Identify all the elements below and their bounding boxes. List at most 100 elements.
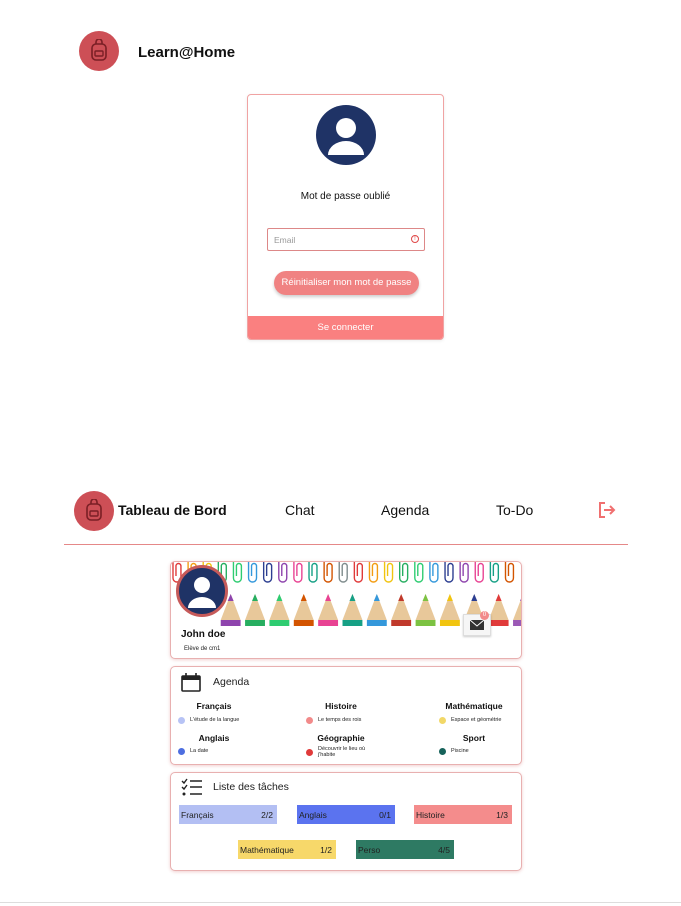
paperclip-decoration bbox=[353, 562, 364, 583]
task-histoire[interactable]: Histoire 1/3 bbox=[414, 805, 512, 824]
user-avatar-icon bbox=[316, 105, 376, 165]
task-count: 4/5 bbox=[438, 844, 450, 855]
brand-name: Learn@Home bbox=[138, 44, 236, 61]
color-dot bbox=[306, 717, 313, 724]
paperclip-decoration bbox=[293, 562, 303, 583]
pencil-body-decoration bbox=[439, 620, 460, 626]
paperclip-decoration bbox=[383, 562, 394, 583]
task-label: Mathématique bbox=[240, 844, 294, 855]
paperclip-decoration bbox=[338, 562, 348, 583]
agenda-item-text: Piscine bbox=[451, 748, 469, 754]
task-label: Perso bbox=[358, 844, 381, 855]
pencil-body-decoration bbox=[366, 620, 387, 626]
pencil-body-decoration bbox=[269, 620, 290, 626]
pencil-body-decoration bbox=[488, 620, 509, 626]
pencil-body-decoration bbox=[245, 620, 265, 626]
profile-role: Elève de cm1 bbox=[184, 646, 221, 652]
pencil-tip-decoration bbox=[227, 594, 234, 601]
agenda-subject: Anglais bbox=[198, 733, 230, 743]
paperclip-decoration bbox=[444, 562, 454, 583]
agenda-subject: Sport bbox=[462, 733, 486, 743]
task-count: 2/2 bbox=[261, 809, 273, 820]
agenda-item: Espace et géométrie bbox=[439, 717, 501, 724]
pencil-tip-decoration bbox=[446, 594, 453, 601]
checklist-icon bbox=[181, 778, 202, 796]
task-label: Histoire bbox=[416, 809, 445, 820]
agenda-subject: Mathématique bbox=[445, 701, 503, 711]
paperclip-decoration bbox=[474, 562, 484, 583]
envelope-icon bbox=[470, 620, 484, 630]
dashboard-logo[interactable] bbox=[74, 491, 114, 531]
agenda-subject: Français bbox=[196, 701, 232, 711]
task-count: 1/2 bbox=[320, 844, 332, 855]
pencil-decoration bbox=[513, 599, 521, 620]
profile-name: John doe bbox=[181, 629, 226, 640]
paperclip-decoration bbox=[489, 562, 500, 583]
backpack-icon bbox=[86, 499, 102, 521]
task-anglais[interactable]: Anglais 0/1 bbox=[297, 805, 395, 824]
agenda-item-text: Découvrir le lieu où j'habite bbox=[318, 746, 366, 758]
color-dot bbox=[178, 748, 185, 755]
pencil-body-decoration bbox=[513, 620, 521, 626]
task-mathematique[interactable]: Mathématique 1/2 bbox=[238, 840, 336, 859]
tasks-card[interactable]: Liste des tâches Français 2/2 Anglais 0/… bbox=[170, 772, 522, 871]
agenda-title: Agenda bbox=[213, 676, 250, 688]
task-count: 0/1 bbox=[379, 809, 391, 820]
agenda-card[interactable]: Agenda Français L'étude de la langue His… bbox=[170, 666, 522, 765]
error-icon: ! bbox=[411, 235, 419, 243]
paperclip-decoration bbox=[262, 562, 273, 583]
agenda-subject: Géographie bbox=[317, 733, 365, 743]
paperclip-decoration bbox=[368, 562, 379, 583]
task-label: Français bbox=[181, 809, 214, 820]
pencil-tip-decoration bbox=[520, 598, 521, 601]
agenda-item: Le temps des rois bbox=[306, 717, 361, 724]
pencil-tip-decoration bbox=[398, 594, 405, 601]
nav-divider bbox=[64, 544, 628, 545]
profile-avatar bbox=[176, 565, 228, 617]
paperclip-decoration bbox=[459, 562, 469, 583]
pencil-body-decoration bbox=[293, 620, 314, 626]
agenda-item-text: L'étude de la langue bbox=[190, 717, 240, 723]
forgot-password-card: Mot de passe oublié Email ! Réinitialise… bbox=[247, 94, 444, 340]
logout-icon[interactable] bbox=[597, 500, 617, 520]
reset-password-button[interactable]: Réinitialiser mon mot de passe bbox=[274, 271, 419, 295]
nav-todo[interactable]: To-Do bbox=[496, 502, 533, 518]
user-avatar-icon bbox=[188, 577, 216, 608]
agenda-subject: Histoire bbox=[325, 701, 357, 711]
pencil-tip-decoration bbox=[252, 594, 259, 601]
login-link[interactable]: Se connecter bbox=[248, 316, 443, 339]
paperclip-decoration bbox=[247, 562, 258, 583]
task-perso[interactable]: Perso 4/5 bbox=[356, 840, 454, 859]
pencil-body-decoration bbox=[391, 620, 412, 626]
paperclip-decoration bbox=[323, 562, 333, 583]
card-title: Mot de passe oublié bbox=[300, 191, 391, 202]
backpack-icon bbox=[91, 39, 107, 61]
pencil-body-decoration bbox=[318, 620, 339, 626]
mail-badge: 0 bbox=[480, 611, 489, 620]
tasks-title: Liste des tâches bbox=[213, 781, 289, 793]
pencil-tip-decoration bbox=[373, 594, 380, 601]
paperclip-decoration bbox=[308, 562, 318, 583]
pencil-body-decoration bbox=[415, 620, 436, 626]
pencil-body-decoration bbox=[342, 620, 363, 626]
brand-logo bbox=[79, 31, 119, 71]
calendar-icon bbox=[181, 673, 201, 692]
paperclip-decoration bbox=[414, 562, 424, 583]
agenda-item: L'étude de la langue bbox=[178, 717, 239, 724]
paperclip-decoration bbox=[398, 562, 409, 583]
task-francais[interactable]: Français 2/2 bbox=[179, 805, 277, 824]
nav-chat[interactable]: Chat bbox=[285, 502, 315, 518]
email-field[interactable]: Email bbox=[267, 228, 425, 251]
nav-agenda[interactable]: Agenda bbox=[381, 502, 429, 518]
agenda-item: Piscine bbox=[439, 748, 469, 755]
pencil-tip-decoration bbox=[422, 594, 429, 601]
pencil-tip-decoration bbox=[349, 594, 356, 601]
pencil-tip-decoration bbox=[325, 594, 332, 601]
agenda-item-text: La date bbox=[190, 748, 209, 754]
pencil-tip-decoration bbox=[276, 594, 283, 601]
paperclip-decoration bbox=[429, 562, 439, 583]
color-dot bbox=[178, 717, 185, 724]
nav-dashboard-title[interactable]: Tableau de Bord bbox=[118, 502, 227, 518]
color-dot bbox=[306, 749, 313, 756]
bottom-divider bbox=[0, 902, 681, 903]
